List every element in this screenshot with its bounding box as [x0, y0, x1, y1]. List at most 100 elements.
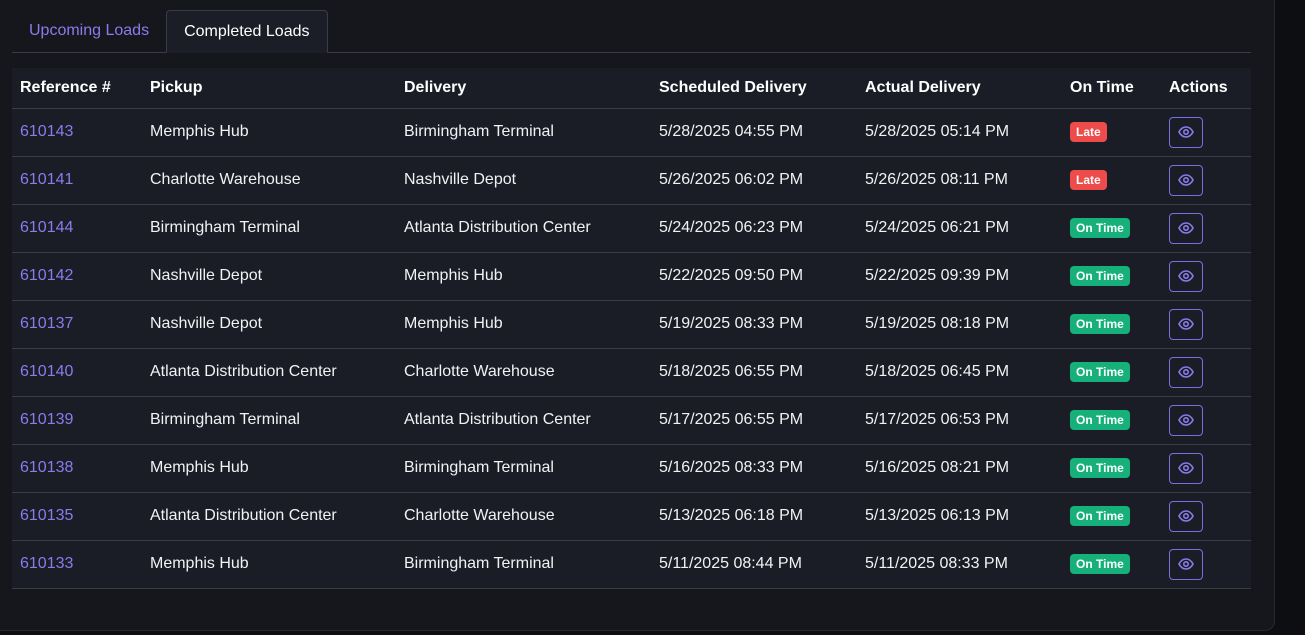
- on-time-cell: On Time: [1062, 396, 1161, 445]
- reference-link[interactable]: 610143: [12, 108, 142, 157]
- actions-cell: [1161, 540, 1251, 589]
- delivery-cell: Birmingham Terminal: [396, 540, 651, 589]
- view-button[interactable]: [1169, 260, 1203, 292]
- reference-link[interactable]: 610139: [12, 396, 142, 445]
- header-reference: Reference #: [12, 68, 142, 109]
- tab-completed-loads[interactable]: Completed Loads: [166, 10, 328, 53]
- actual-delivery-cell: 5/24/2025 06:21 PM: [857, 204, 1062, 253]
- view-button[interactable]: [1169, 500, 1203, 532]
- table-row: 610135 Atlanta Distribution Center Charlot…: [12, 492, 1251, 541]
- pickup-cell: Memphis Hub: [142, 540, 396, 589]
- reference-link[interactable]: 610140: [12, 348, 142, 397]
- scheduled-delivery-cell: 5/18/2025 06:55 PM: [651, 348, 857, 397]
- on-time-cell: Late: [1062, 156, 1161, 205]
- table-row: 610138 Memphis Hub Birmingham Terminal 5/16…: [12, 444, 1251, 493]
- status-badge: On Time: [1070, 362, 1130, 382]
- view-button[interactable]: [1169, 452, 1203, 484]
- table-row: 610142 Nashville Depot Memphis Hub 5/22/202…: [12, 252, 1251, 301]
- scheduled-delivery-cell: 5/16/2025 08:33 PM: [651, 444, 857, 493]
- table-row: 610144 Birmingham Terminal Atlanta Distrib…: [12, 204, 1251, 253]
- pickup-cell: Nashville Depot: [142, 300, 396, 349]
- completed-loads-table: Reference # Pickup Delivery Scheduled De…: [12, 68, 1251, 589]
- actual-delivery-cell: 5/13/2025 06:13 PM: [857, 492, 1062, 541]
- table-row: 610140 Atlanta Distribution Center Charlot…: [12, 348, 1251, 397]
- actual-delivery-cell: 5/22/2025 09:39 PM: [857, 252, 1062, 301]
- eye-icon: [1178, 414, 1194, 426]
- actions-cell: [1161, 156, 1251, 205]
- loads-content: Upcoming Loads Completed Loads Reference…: [12, 10, 1251, 589]
- eye-icon: [1178, 462, 1194, 474]
- table-row: 610133 Memphis Hub Birmingham Terminal 5/11…: [12, 540, 1251, 589]
- scheduled-delivery-cell: 5/11/2025 08:44 PM: [651, 540, 857, 589]
- reference-link[interactable]: 610142: [12, 252, 142, 301]
- header-actual-delivery: Actual Delivery: [857, 68, 1062, 109]
- eye-icon: [1178, 558, 1194, 570]
- reference-link[interactable]: 610135: [12, 492, 142, 541]
- reference-link[interactable]: 610133: [12, 540, 142, 589]
- actual-delivery-cell: 5/17/2025 06:53 PM: [857, 396, 1062, 445]
- eye-icon: [1178, 222, 1194, 234]
- delivery-cell: Charlotte Warehouse: [396, 492, 651, 541]
- eye-icon: [1178, 318, 1194, 330]
- view-button[interactable]: [1169, 164, 1203, 196]
- pickup-cell: Birmingham Terminal: [142, 396, 396, 445]
- on-time-cell: On Time: [1062, 252, 1161, 301]
- scheduled-delivery-cell: 5/19/2025 08:33 PM: [651, 300, 857, 349]
- actions-cell: [1161, 396, 1251, 445]
- view-button[interactable]: [1169, 548, 1203, 580]
- reference-link[interactable]: 610138: [12, 444, 142, 493]
- actual-delivery-cell: 5/19/2025 08:18 PM: [857, 300, 1062, 349]
- delivery-cell: Memphis Hub: [396, 252, 651, 301]
- actions-cell: [1161, 348, 1251, 397]
- table-row: 610143 Memphis Hub Birmingham Terminal 5/28…: [12, 108, 1251, 157]
- actions-cell: [1161, 108, 1251, 157]
- on-time-cell: Late: [1062, 108, 1161, 157]
- actual-delivery-cell: 5/11/2025 08:33 PM: [857, 540, 1062, 589]
- tab-upcoming-loads[interactable]: Upcoming Loads: [12, 10, 166, 52]
- eye-icon: [1178, 270, 1194, 282]
- eye-icon: [1178, 510, 1194, 522]
- status-badge: Late: [1070, 122, 1107, 142]
- pickup-cell: Atlanta Distribution Center: [142, 348, 396, 397]
- actual-delivery-cell: 5/16/2025 08:21 PM: [857, 444, 1062, 493]
- reference-link[interactable]: 610144: [12, 204, 142, 253]
- delivery-cell: Atlanta Distribution Center: [396, 396, 651, 445]
- delivery-cell: Birmingham Terminal: [396, 108, 651, 157]
- delivery-cell: Charlotte Warehouse: [396, 348, 651, 397]
- on-time-cell: On Time: [1062, 540, 1161, 589]
- on-time-cell: On Time: [1062, 444, 1161, 493]
- header-pickup: Pickup: [142, 68, 396, 109]
- on-time-cell: On Time: [1062, 492, 1161, 541]
- view-button[interactable]: [1169, 356, 1203, 388]
- eye-icon: [1178, 174, 1194, 186]
- delivery-cell: Birmingham Terminal: [396, 444, 651, 493]
- loads-table-container: Reference # Pickup Delivery Scheduled De…: [12, 68, 1251, 589]
- header-delivery: Delivery: [396, 68, 651, 109]
- view-button[interactable]: [1169, 404, 1203, 436]
- delivery-cell: Nashville Depot: [396, 156, 651, 205]
- pickup-cell: Atlanta Distribution Center: [142, 492, 396, 541]
- status-badge: Late: [1070, 170, 1107, 190]
- status-badge: On Time: [1070, 314, 1130, 334]
- scheduled-delivery-cell: 5/28/2025 04:55 PM: [651, 108, 857, 157]
- reference-link[interactable]: 610137: [12, 300, 142, 349]
- actual-delivery-cell: 5/28/2025 05:14 PM: [857, 108, 1062, 157]
- actions-cell: [1161, 204, 1251, 253]
- table-row: 610141 Charlotte Warehouse Nashville Depot…: [12, 156, 1251, 205]
- status-badge: On Time: [1070, 410, 1130, 430]
- view-button[interactable]: [1169, 116, 1203, 148]
- header-on-time: On Time: [1062, 68, 1161, 109]
- scheduled-delivery-cell: 5/22/2025 09:50 PM: [651, 252, 857, 301]
- table-row: 610139 Birmingham Terminal Atlanta Distrib…: [12, 396, 1251, 445]
- reference-link[interactable]: 610141: [12, 156, 142, 205]
- view-button[interactable]: [1169, 308, 1203, 340]
- pickup-cell: Memphis Hub: [142, 108, 396, 157]
- view-button[interactable]: [1169, 212, 1203, 244]
- header-scheduled-delivery: Scheduled Delivery: [651, 68, 857, 109]
- actions-cell: [1161, 444, 1251, 493]
- pickup-cell: Memphis Hub: [142, 444, 396, 493]
- delivery-cell: Memphis Hub: [396, 300, 651, 349]
- actions-cell: [1161, 300, 1251, 349]
- scheduled-delivery-cell: 5/13/2025 06:18 PM: [651, 492, 857, 541]
- eye-icon: [1178, 366, 1194, 378]
